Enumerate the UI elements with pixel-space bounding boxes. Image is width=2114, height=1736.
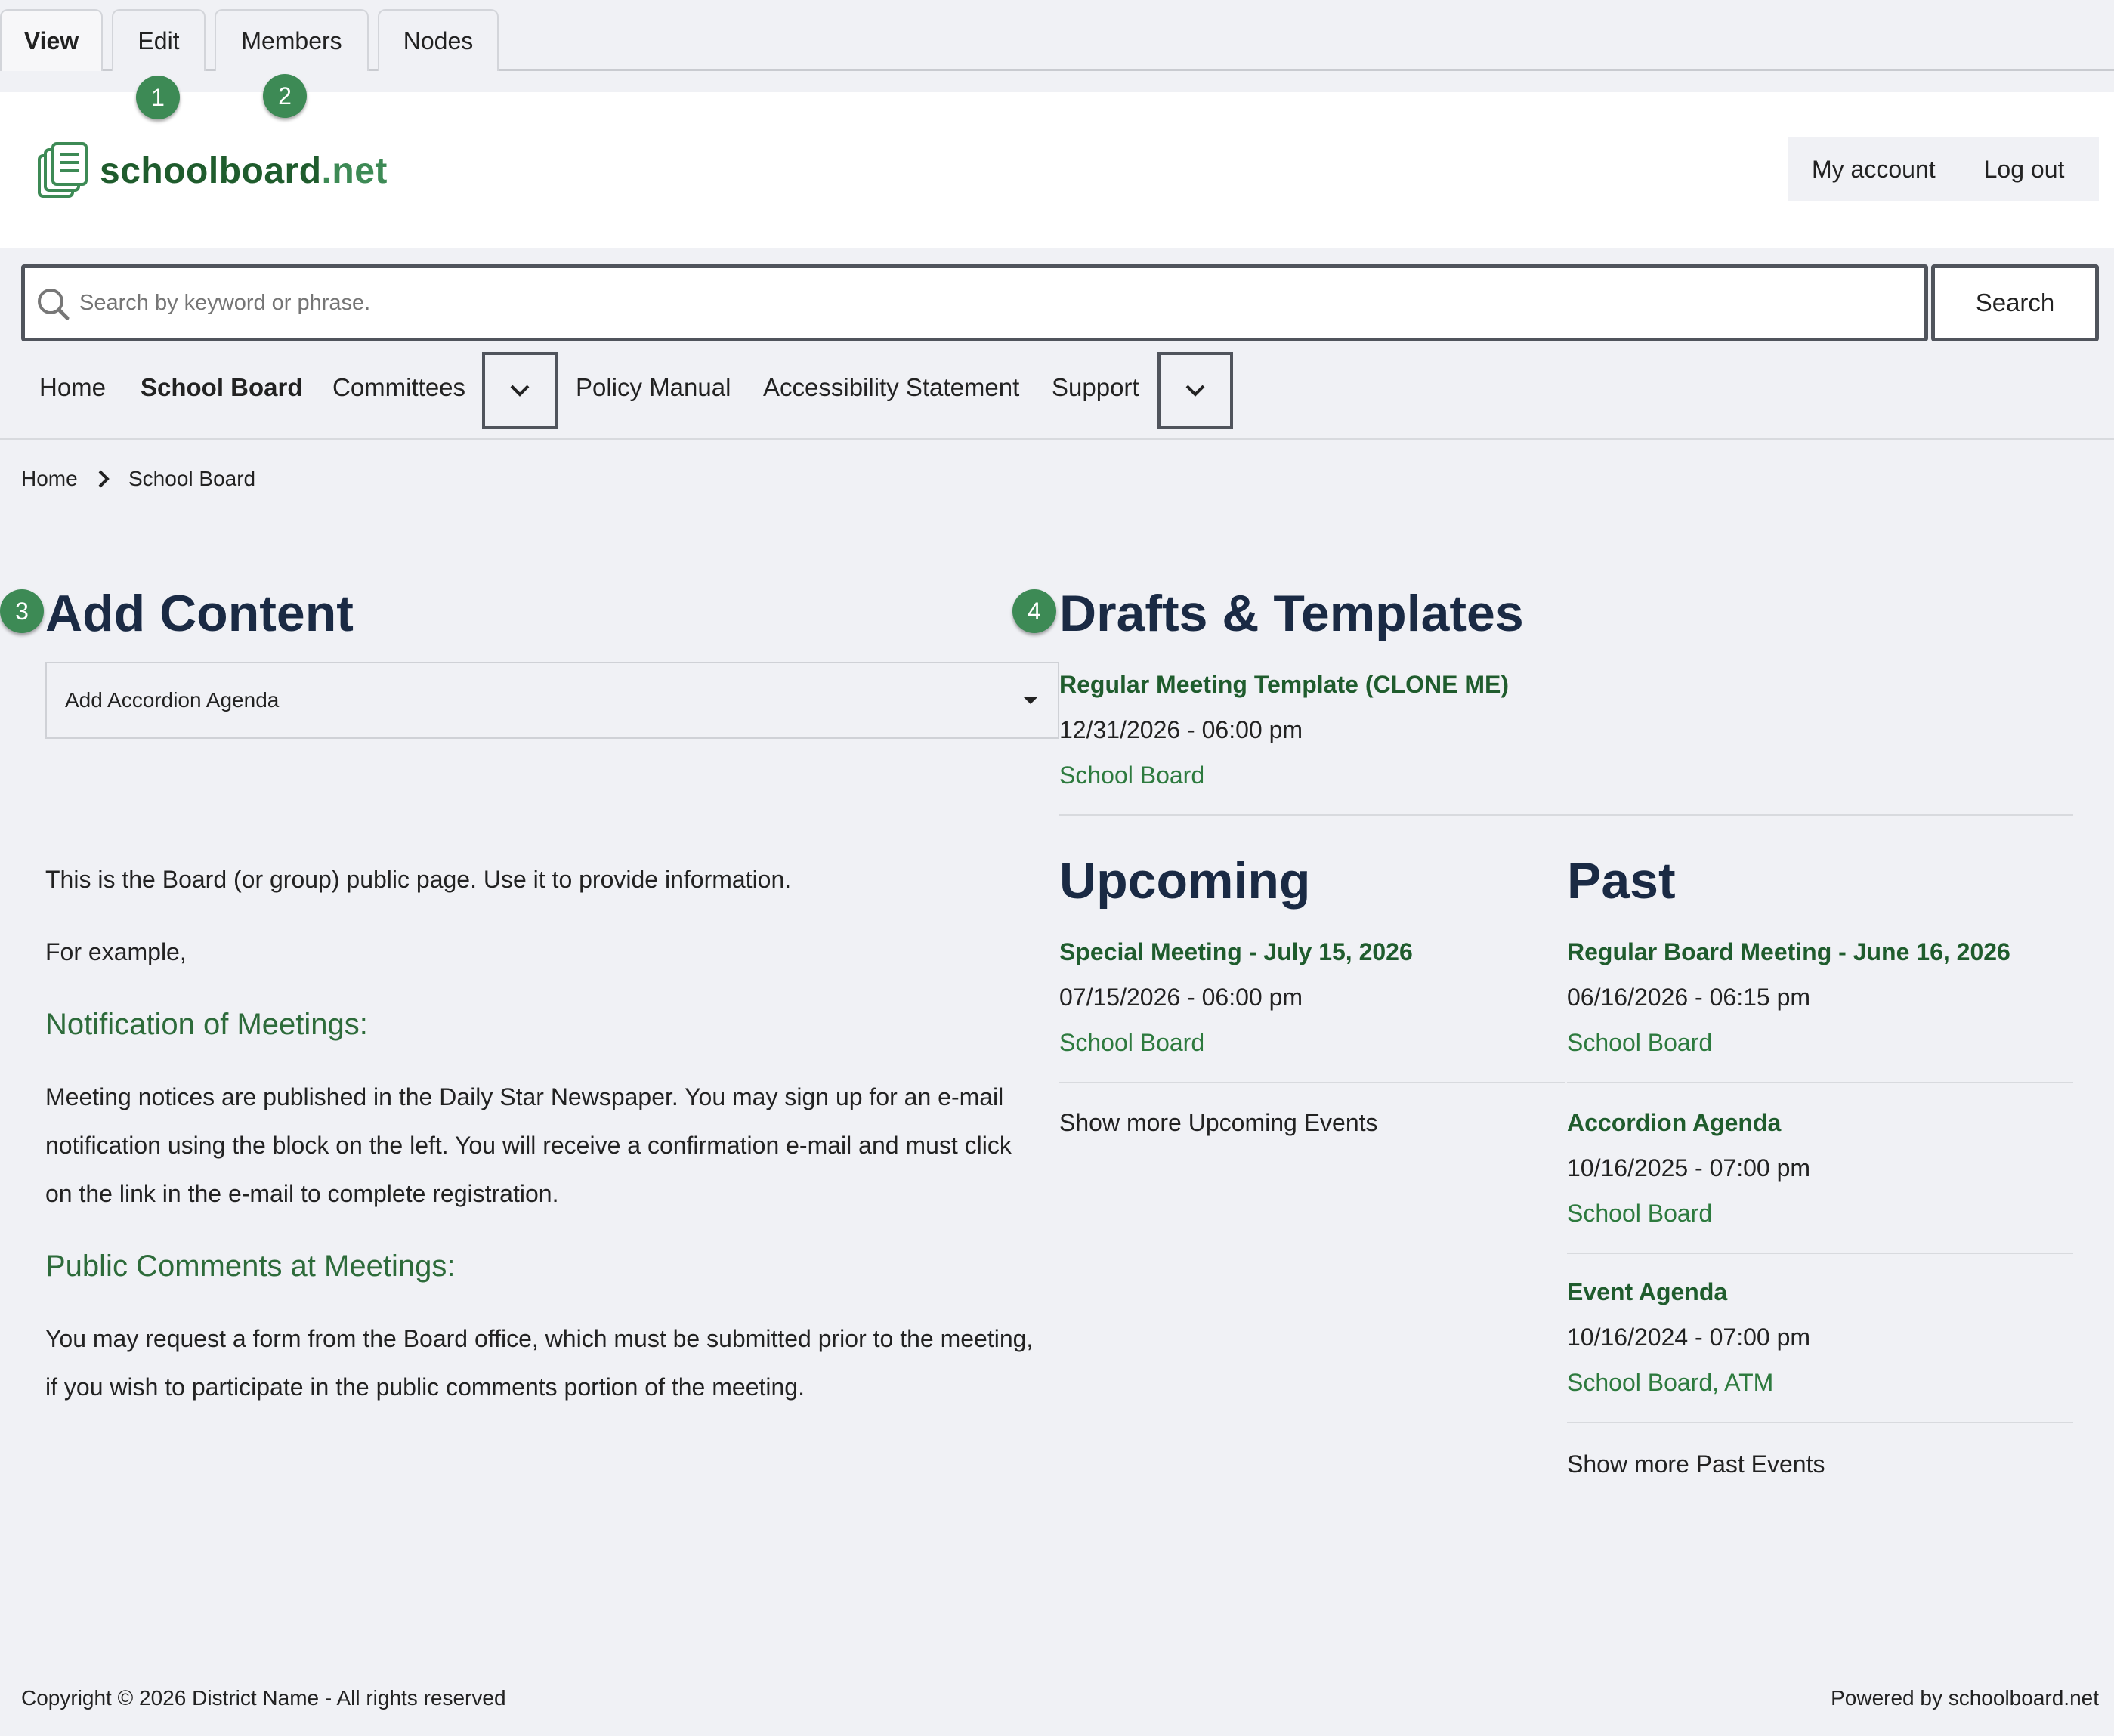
past-divider [1567,1082,2073,1083]
comments-line-2: if you wish to participate in the public… [45,1373,805,1401]
chevron-down-icon [510,385,530,397]
draft-group-link[interactable]: School Board [1059,761,1204,789]
add-content-select-value: Add Accordion Agenda [65,688,280,712]
past-event-date: 10/16/2024 - 07:00 pm [1567,1324,1811,1351]
show-more-upcoming-link[interactable]: Show more Upcoming Events [1059,1109,1378,1137]
past-divider [1567,1422,2073,1423]
nav-home[interactable]: Home [39,373,106,402]
chevron-right-icon [98,470,110,488]
nav-divider [0,438,2114,440]
past-event-date: 10/16/2025 - 07:00 pm [1567,1154,1811,1182]
drafts-divider [1059,814,2073,816]
notification-line-2: notification using the block on the left… [45,1132,1012,1159]
nav-school-board[interactable]: School Board [141,373,303,402]
upcoming-event-date: 07/15/2026 - 06:00 pm [1059,984,1303,1011]
past-event-title-link[interactable]: Accordion Agenda [1567,1109,1781,1137]
add-content-heading: Add Content [45,585,354,642]
search-box [21,264,1928,341]
drafts-heading: Drafts & Templates [1059,585,1524,642]
add-content-select[interactable]: Add Accordion Agenda [45,662,1059,739]
past-event-group-link[interactable]: School Board [1567,1029,1712,1057]
intro-text: This is the Board (or group) public page… [45,866,792,893]
tab-nodes[interactable]: Nodes [378,9,499,71]
tab-members[interactable]: Members [215,9,369,71]
brand-name: schoolboard.net [100,150,388,191]
show-more-past-link[interactable]: Show more Past Events [1567,1450,1825,1478]
past-event-date: 06/16/2026 - 06:15 pm [1567,984,1811,1011]
annotation-badge-2: 2 [263,74,307,118]
nav-policy-manual[interactable]: Policy Manual [576,373,731,402]
past-event-groups: School Board, ATM [1567,1369,1774,1396]
upcoming-event-group-link[interactable]: School Board [1059,1029,1204,1057]
tab-view[interactable]: View [0,9,103,71]
past-event-title-link[interactable]: Event Agenda [1567,1278,1727,1306]
notification-line-3: on the link in the e-mail to complete re… [45,1180,559,1207]
logout-link[interactable]: Log out [1984,156,2065,184]
breadcrumb-current: School Board [128,467,256,490]
documents-icon [38,142,88,198]
nav-committees[interactable]: Committees [332,373,465,402]
notification-line-1: Meeting notices are published in the Dai… [45,1083,1004,1110]
past-event-group-link[interactable]: School Board [1567,1200,1712,1228]
chevron-down-icon [1185,385,1205,397]
admin-tabs: View Edit Members Nodes [0,0,2114,71]
committees-dropdown-toggle[interactable] [482,352,558,429]
search-button[interactable]: Search [1931,264,2099,341]
account-menu: My account Log out [1788,137,2099,201]
nav-support[interactable]: Support [1052,373,1139,402]
breadcrumb-home[interactable]: Home [21,467,78,491]
upcoming-divider [1059,1082,1565,1083]
nav-accessibility-statement[interactable]: Accessibility Statement [763,373,1019,402]
draft-title-link[interactable]: Regular Meeting Template (CLONE ME) [1059,671,1509,699]
caret-down-icon [1023,697,1038,704]
notification-heading: Notification of Meetings: [45,1008,368,1041]
annotation-badge-1: 1 [136,76,180,119]
tab-edit[interactable]: Edit [112,9,206,71]
footer-copyright: Copyright © 2026 District Name - All rig… [21,1686,506,1710]
footer-powered-by[interactable]: Powered by schoolboard.net [1831,1686,2099,1710]
support-dropdown-toggle[interactable] [1157,352,1233,429]
my-account-link[interactable]: My account [1812,156,1936,184]
annotation-badge-4: 4 [1012,589,1056,633]
site-logo[interactable]: schoolboard.net [36,142,388,199]
past-divider [1567,1253,2073,1254]
example-text: For example, [45,938,187,965]
search-input[interactable] [78,282,1891,324]
comments-line-1: You may request a form from the Board of… [45,1325,1034,1352]
public-comments-heading: Public Comments at Meetings: [45,1249,456,1283]
past-event-group-link-atm[interactable]: ATM [1724,1369,1773,1396]
upcoming-heading: Upcoming [1059,852,1311,910]
annotation-badge-3: 3 [0,589,44,633]
past-heading: Past [1567,852,1676,910]
upcoming-event-title-link[interactable]: Special Meeting - July 15, 2026 [1059,938,1413,966]
past-event-title-link[interactable]: Regular Board Meeting - June 16, 2026 [1567,938,2010,966]
search-icon [38,289,70,320]
draft-date: 12/31/2026 - 06:00 pm [1059,716,1303,743]
past-event-group-link[interactable]: School Board [1567,1369,1712,1396]
